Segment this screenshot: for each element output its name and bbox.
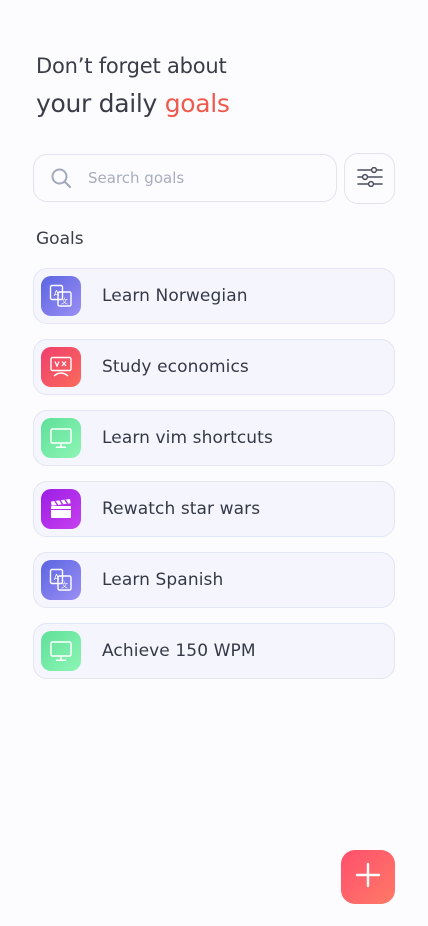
goal-icon-tile: A 文 — [41, 560, 81, 600]
svg-text:A: A — [54, 289, 60, 298]
search-bar[interactable] — [33, 154, 337, 202]
goal-label: Learn Spanish — [102, 570, 224, 590]
sliders-icon — [356, 166, 383, 191]
presentation-icon — [50, 356, 72, 377]
add-goal-button[interactable] — [341, 850, 395, 904]
translate-icon: A 文 — [49, 568, 72, 591]
goal-item-study-economics[interactable]: Study economics — [33, 339, 395, 395]
clapperboard-icon — [51, 499, 71, 518]
goal-item-learn-spanish[interactable]: A 文 Learn Spanish — [33, 552, 395, 608]
svg-text:文: 文 — [61, 297, 68, 306]
goal-icon-tile — [41, 631, 81, 671]
goal-icon-tile: A 文 — [41, 276, 81, 316]
goal-icon-tile — [41, 418, 81, 458]
translate-icon: A 文 — [49, 284, 72, 307]
monitor-icon — [50, 641, 72, 661]
svg-text:文: 文 — [61, 581, 68, 590]
goal-item-achieve-150-wpm[interactable]: Achieve 150 WPM — [33, 623, 395, 679]
plus-icon — [354, 861, 382, 893]
goal-label: Learn Norwegian — [102, 286, 248, 306]
search-input[interactable] — [86, 168, 310, 188]
search-icon — [50, 167, 72, 189]
goal-label: Learn vim shortcuts — [102, 428, 273, 448]
goals-section-title: Goals — [36, 229, 84, 249]
goal-item-rewatch-star-wars[interactable]: Rewatch star wars — [33, 481, 395, 537]
goal-label: Achieve 150 WPM — [102, 641, 256, 661]
svg-text:A: A — [54, 573, 60, 582]
page-heading: Don’t forget about your daily goals — [36, 50, 230, 124]
goal-list: A 文 Learn Norwegian Study economics Lear… — [33, 268, 395, 694]
heading-line-1: Don’t forget about — [36, 54, 227, 78]
goal-icon-tile — [41, 489, 81, 529]
heading-accent-word: goals — [164, 89, 230, 118]
goal-label: Study economics — [102, 357, 249, 377]
monitor-icon — [50, 428, 72, 448]
goal-item-learn-vim-shortcuts[interactable]: Learn vim shortcuts — [33, 410, 395, 466]
goal-label: Rewatch star wars — [102, 499, 261, 519]
goal-icon-tile — [41, 347, 81, 387]
goal-item-learn-norwegian[interactable]: A 文 Learn Norwegian — [33, 268, 395, 324]
filter-button[interactable] — [344, 153, 395, 204]
heading-line-2: your daily goals — [36, 84, 230, 124]
heading-line-2-prefix: your daily — [36, 89, 165, 118]
